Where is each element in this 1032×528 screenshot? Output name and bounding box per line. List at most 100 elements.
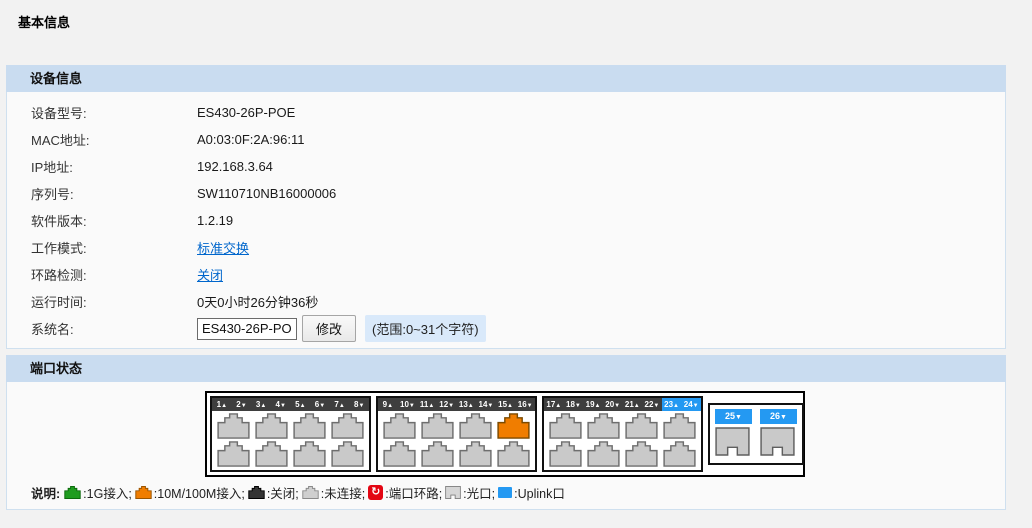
port-group-header: 1▲2▼3▲4▼5▲6▼7▲8▼ — [212, 398, 369, 411]
serial-value: SW110710NB16000006 — [197, 186, 336, 201]
arrow-up-icon: ▲ — [634, 403, 640, 409]
row-uptime: 运行时间: 0天0小时26分钟36秒 — [7, 288, 1005, 315]
legend-item: :光口; — [445, 483, 495, 502]
arrow-down-icon: ▼ — [241, 403, 247, 409]
arrow-up-icon: ▲ — [428, 403, 434, 409]
rj45-port-icon — [497, 441, 530, 467]
arrow-down-icon: ▼ — [693, 403, 699, 409]
port-number-label: 15▲ — [496, 398, 516, 411]
port-legend: 说明: :1G接入;:10M/100M接入;:关闭;:未连接;↻:端口环路;:光… — [31, 483, 1005, 502]
uptime-value: 0天0小时26分钟36秒 — [197, 292, 318, 311]
row-sysname: 系统名: 修改 (范围:0~31个字符) — [7, 315, 1005, 342]
legend-item-label: :10M/100M接入; — [154, 483, 245, 502]
arrow-down-icon: ▼ — [448, 403, 454, 409]
port-number-label: 7▲ — [330, 398, 350, 411]
arrow-up-icon: ▲ — [387, 403, 393, 409]
legend-item: :10M/100M接入; — [135, 483, 245, 502]
rj45-port-icon — [459, 413, 492, 439]
fiber-port-icon — [445, 486, 461, 499]
port-group-header: 9▲10▼11▲12▼13▲14▼15▲16▼ — [378, 398, 535, 411]
port-number-label: 8▼ — [349, 398, 369, 411]
port-group-ports — [544, 411, 701, 470]
legend-title: 说明: — [31, 483, 60, 502]
arrow-down-icon: ▼ — [280, 403, 286, 409]
arrow-down-icon: ▼ — [614, 403, 620, 409]
rj45-port-icon — [549, 413, 582, 439]
rj45-green-port-icon — [64, 486, 81, 499]
legend-item-label: :光口; — [463, 483, 495, 502]
port-number-label: 16▼ — [515, 398, 535, 411]
work-mode-link[interactable]: 标准交换 — [197, 238, 249, 257]
uplink-port-icon — [498, 487, 512, 498]
sysname-input[interactable] — [197, 318, 297, 340]
legend-item: :Uplink口 — [498, 483, 565, 502]
port-number-label: 2▼ — [232, 398, 252, 411]
mac-value: A0:03:0F:2A:96:11 — [197, 132, 304, 147]
rj45-port-icon — [255, 413, 288, 439]
port-group: 9▲10▼11▲12▼13▲14▼15▲16▼ — [376, 396, 537, 472]
arrow-up-icon: ▲ — [595, 403, 601, 409]
legend-item-label: :关闭; — [267, 483, 299, 502]
port-number-label: 13▲ — [457, 398, 477, 411]
rj45-black-port-icon — [248, 486, 265, 499]
rj45-port-icon — [625, 441, 658, 467]
sysname-label: 系统名: — [31, 319, 197, 338]
rj45-port-icon — [663, 441, 696, 467]
sfp-port-group: 25▼26▼ — [708, 403, 804, 465]
port-status-body: 1▲2▼3▲4▼5▲6▼7▲8▼9▲10▼11▲12▼13▲14▼15▲16▼1… — [6, 382, 1006, 510]
legend-item: :1G接入; — [64, 483, 132, 502]
row-model: 设备型号: ES430-26P-POE — [7, 99, 1005, 126]
arrow-up-icon: ▲ — [468, 403, 474, 409]
arrow-up-icon: ▲ — [339, 403, 345, 409]
device-info-section: 设备信息 设备型号: ES430-26P-POE MAC地址: A0:03:0F… — [6, 65, 1006, 349]
port-number-label: 11▲ — [417, 398, 437, 411]
port-number-label: 3▲ — [251, 398, 271, 411]
row-work-mode: 工作模式: 标准交换 — [7, 234, 1005, 261]
port-status-header: 端口状态 — [6, 355, 1006, 382]
rj45-port-icon — [497, 413, 530, 439]
port-group-ports — [212, 411, 369, 470]
port-status-section: 端口状态 1▲2▼3▲4▼5▲6▼7▲8▼9▲10▼11▲12▼13▲14▼15… — [6, 355, 1006, 510]
arrow-down-icon: ▼ — [409, 403, 415, 409]
modify-button[interactable]: 修改 — [302, 315, 356, 342]
arrow-down-icon: ▼ — [653, 403, 659, 409]
rj45-port-icon — [421, 413, 454, 439]
page-title: 基本信息 — [0, 0, 1032, 31]
port-number-label: 14▼ — [476, 398, 496, 411]
rj45-port-icon — [217, 413, 250, 439]
rj45-port-icon — [587, 413, 620, 439]
arrow-down-icon: ▼ — [358, 403, 364, 409]
port-number-label: 4▼ — [271, 398, 291, 411]
port-number-label: 24▼ — [681, 398, 701, 411]
port-number-label: 6▼ — [310, 398, 330, 411]
port-number-label: 20▼ — [603, 398, 623, 411]
arrow-down-icon: ▼ — [319, 403, 325, 409]
ip-label: IP地址: — [31, 157, 197, 176]
rj45-port-icon — [383, 441, 416, 467]
rj45-port-icon — [293, 441, 326, 467]
sfp-port-column: 25▼ — [715, 409, 752, 459]
port-panel: 1▲2▼3▲4▼5▲6▼7▲8▼9▲10▼11▲12▼13▲14▼15▲16▼1… — [205, 391, 805, 477]
legend-item-label: :未连接; — [321, 483, 365, 502]
rj45-port-icon — [293, 413, 326, 439]
row-loop-detect: 环路检测: 关闭 — [7, 261, 1005, 288]
serial-label: 序列号: — [31, 184, 197, 203]
row-ip: IP地址: 192.168.3.64 — [7, 153, 1005, 180]
port-group: 1▲2▼3▲4▼5▲6▼7▲8▼ — [210, 396, 371, 472]
rj45-port-icon — [625, 413, 658, 439]
rj45-port-icon — [331, 441, 364, 467]
port-number-label: 17▲ — [544, 398, 564, 411]
mac-label: MAC地址: — [31, 130, 197, 149]
loop-detect-link[interactable]: 关闭 — [197, 265, 223, 284]
rj45-port-icon — [331, 413, 364, 439]
rj45-port-icon — [255, 441, 288, 467]
port-number-label: 12▼ — [437, 398, 457, 411]
port-number-label: 9▲ — [378, 398, 398, 411]
port-number-label: 22▼ — [642, 398, 662, 411]
work-mode-label: 工作模式: — [31, 238, 197, 257]
sysname-range-hint: (范围:0~31个字符) — [365, 315, 486, 342]
firmware-value: 1.2.19 — [197, 213, 233, 228]
rj45-port-icon — [217, 441, 250, 467]
port-number-label: 23▲ — [662, 398, 682, 411]
loop-detect-label: 环路检测: — [31, 265, 197, 284]
